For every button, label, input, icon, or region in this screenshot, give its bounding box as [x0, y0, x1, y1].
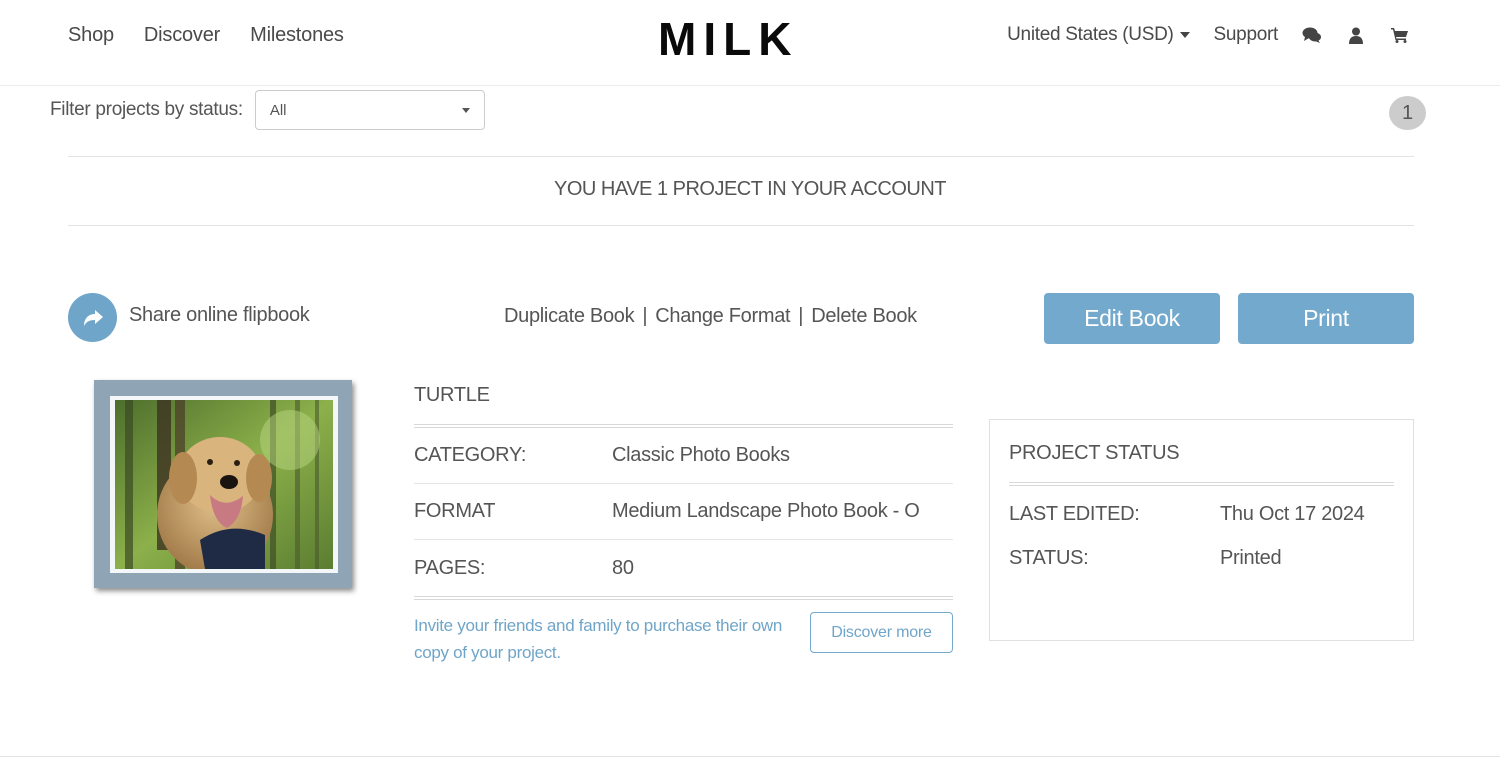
currency-label: United States (USD) [1007, 24, 1174, 45]
detail-value: 80 [612, 556, 634, 579]
change-format-link[interactable]: Change Format [655, 305, 790, 328]
status-filter-select[interactable]: All [254, 90, 485, 130]
filter-selected-value: All [269, 101, 287, 119]
share-flipbook-link[interactable]: Share online flipbook [68, 293, 310, 342]
filter-label: Filter projects by status: [50, 99, 243, 120]
divider [68, 156, 1414, 157]
user-icon[interactable] [1346, 25, 1366, 45]
delete-book-link[interactable]: Delete Book [811, 305, 917, 328]
project-status-panel: PROJECT STATUS LAST EDITED: Thu Oct 17 2… [989, 419, 1414, 641]
invite-section: Invite your friends and family to purcha… [414, 612, 953, 666]
project-count-heading: YOU HAVE 1 PROJECT IN YOUR ACCOUNT [554, 178, 946, 200]
detail-value: Classic Photo Books [612, 444, 790, 466]
site-header: Shop Discover Milestones MILK United Sta… [0, 0, 1500, 86]
currency-selector[interactable]: United States (USD) [1007, 24, 1190, 46]
divider [68, 225, 1414, 226]
chat-icon[interactable] [1302, 25, 1322, 45]
status-value: Printed [1220, 546, 1282, 569]
chevron-down-icon [461, 107, 470, 113]
page-number-badge[interactable]: 1 [1389, 96, 1426, 130]
utility-nav: United States (USD) Support [1007, 24, 1410, 46]
logo[interactable]: MILK [658, 12, 798, 66]
discover-more-button[interactable]: Discover more [810, 612, 953, 653]
duplicate-book-link[interactable]: Duplicate Book [504, 305, 635, 328]
caret-down-icon [1179, 32, 1190, 38]
book-actions: Duplicate Book | Change Format | Delete … [504, 305, 917, 328]
support-link[interactable]: Support [1214, 24, 1279, 46]
status-value: Thu Oct 17 2024 [1220, 502, 1365, 525]
detail-key: CATEGORY: [414, 444, 527, 466]
separator: | [798, 305, 804, 327]
status-panel-title: PROJECT STATUS [1009, 442, 1180, 464]
divider [414, 596, 953, 600]
cart-icon[interactable] [1390, 25, 1410, 45]
status-row: LAST EDITED: Thu Oct 17 2024 [1009, 492, 1394, 536]
detail-row: PAGES: 80 [414, 540, 953, 596]
project-title: TURTLE [414, 384, 490, 406]
status-filter: Filter projects by status: All [50, 90, 485, 130]
print-button[interactable]: Print [1238, 293, 1414, 344]
book-cover[interactable] [94, 380, 352, 588]
detail-row: CATEGORY: Classic Photo Books [414, 428, 953, 484]
status-key: STATUS: [1009, 546, 1089, 569]
footer-divider [0, 756, 1500, 757]
invite-text: Invite your friends and family to purcha… [414, 616, 783, 662]
detail-key: FORMAT [414, 500, 496, 522]
main-nav: Shop Discover Milestones [68, 24, 344, 47]
status-row: STATUS: Printed [1009, 536, 1394, 580]
nav-shop[interactable]: Shop [68, 24, 114, 47]
detail-value: Medium Landscape Photo Book - O [612, 500, 920, 522]
cover-frame [110, 396, 338, 573]
nav-milestones[interactable]: Milestones [250, 24, 344, 47]
status-key: LAST EDITED: [1009, 502, 1140, 525]
share-label: Share online flipbook [129, 304, 310, 326]
detail-key: PAGES: [414, 556, 486, 579]
project-details: TURTLE CATEGORY: Classic Photo Books FOR… [414, 380, 953, 666]
share-icon[interactable] [68, 293, 117, 342]
cover-photo [115, 400, 333, 569]
detail-row: FORMAT Medium Landscape Photo Book - O [414, 484, 953, 540]
nav-discover[interactable]: Discover [144, 24, 220, 47]
edit-book-button[interactable]: Edit Book [1044, 293, 1220, 344]
divider [1009, 482, 1394, 486]
separator: | [642, 305, 648, 327]
